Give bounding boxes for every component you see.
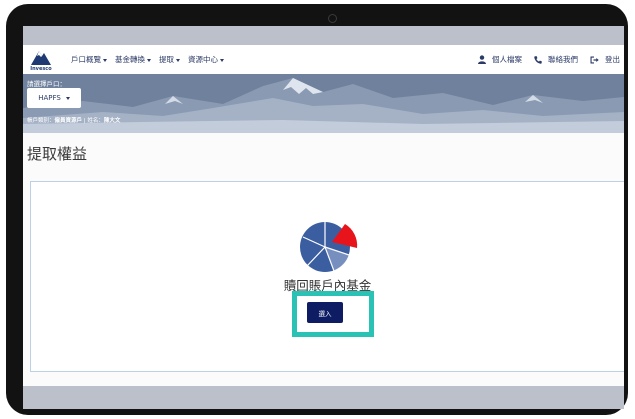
caret-down-icon <box>176 58 180 62</box>
nav-item-account-overview[interactable]: 戶口概覽 <box>71 54 107 65</box>
nav-links: 個人檔案 聯絡我們 登出 <box>466 45 620 74</box>
nav-item-fund-switch[interactable]: 基金轉換 <box>115 54 151 65</box>
top-band <box>23 26 624 45</box>
account-type-value: 僱員資源戶 <box>54 118 83 124</box>
mountain-background-image <box>23 74 624 133</box>
nav-item-resource-centre[interactable]: 資源中心 <box>188 54 224 65</box>
account-name-label: 姓名： <box>87 118 104 124</box>
contact-link[interactable]: 聯絡我們 <box>534 54 578 65</box>
tablet-frame: Invesco 戶口概覽 基金轉換 提取 資源中心 個人檔案 聯絡我們 登出 請… <box>6 4 628 415</box>
caret-down-icon <box>220 58 224 62</box>
withdrawal-option-card: 贖回賬戶內基金 選入 <box>30 181 624 372</box>
caret-down-icon <box>147 58 151 62</box>
account-select[interactable]: HAPFS <box>27 88 81 108</box>
account-prompt: 請選擇戶口： <box>27 80 66 88</box>
brand-logo[interactable]: Invesco <box>29 47 53 72</box>
mountain-logo-icon <box>31 51 51 65</box>
caret-down-icon <box>103 58 107 62</box>
nav-item-label: 提取 <box>159 55 174 64</box>
page-title: 提取權益 <box>27 145 88 163</box>
nav-item-withdrawal[interactable]: 提取 <box>159 54 180 65</box>
account-name-value: 陳大文 <box>103 118 121 124</box>
bottom-band <box>23 386 624 409</box>
phone-icon <box>534 55 542 64</box>
account-banner: 請選擇戶口： HAPFS 帳戶類別：僱員資源戶 | 姓名：陳大文 <box>23 74 624 133</box>
nav-item-label: 資源中心 <box>188 55 218 64</box>
screen: Invesco 戶口概覽 基金轉換 提取 資源中心 個人檔案 聯絡我們 登出 請… <box>23 26 624 409</box>
account-info: 帳戶類別：僱員資源戶 | 姓名：陳大文 <box>27 118 121 124</box>
pie-chart-icon <box>300 222 358 272</box>
logout-link[interactable]: 登出 <box>590 54 620 65</box>
select-button[interactable]: 選入 <box>307 302 343 323</box>
contact-link-label: 聯絡我們 <box>548 55 578 64</box>
user-icon <box>478 55 486 64</box>
nav-item-label: 基金轉換 <box>115 55 145 64</box>
chevron-down-icon <box>65 96 70 100</box>
brand-name: Invesco <box>30 66 52 72</box>
account-select-value: HAPFS <box>38 94 61 102</box>
nav-item-label: 戶口概覽 <box>71 55 101 64</box>
account-type-label: 帳戶類別： <box>27 118 55 124</box>
navbar: Invesco 戶口概覽 基金轉換 提取 資源中心 個人檔案 聯絡我們 登出 <box>23 45 624 74</box>
logout-icon <box>590 56 599 63</box>
nav-menu: 戶口概覽 基金轉換 提取 資源中心 <box>71 45 232 74</box>
profile-link-label: 個人檔案 <box>492 55 522 64</box>
camera-icon <box>328 14 337 23</box>
profile-link[interactable]: 個人檔案 <box>478 54 522 65</box>
logout-link-label: 登出 <box>605 55 620 64</box>
